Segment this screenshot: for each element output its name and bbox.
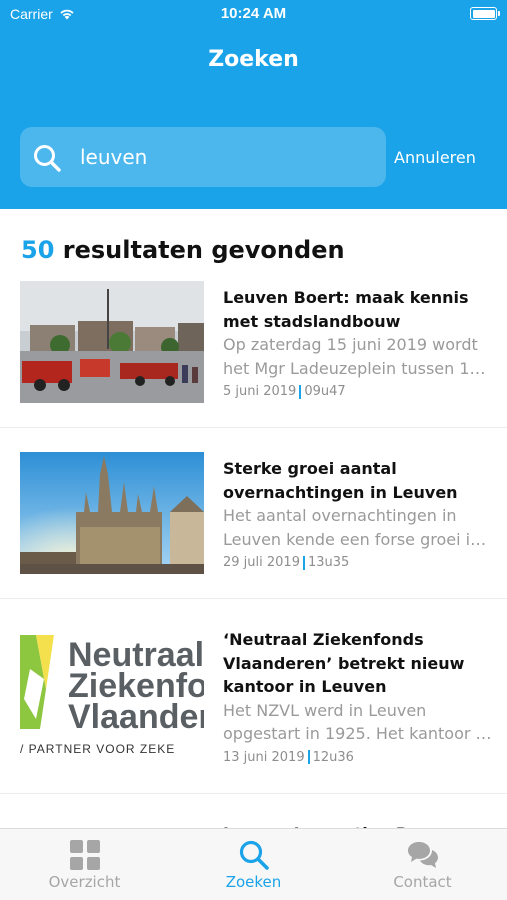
logo-tagline: / PARTNER VOOR ZEKE	[20, 742, 175, 756]
meta-separator	[307, 750, 310, 764]
item-meta: 29 juli 2019 13u35	[223, 555, 493, 570]
search-input[interactable]	[80, 127, 376, 187]
list-item[interactable]: Neutraal Ziekenfon Vlaander / PARTNER VO…	[0, 599, 507, 794]
search-bar[interactable]	[20, 127, 386, 187]
item-time: 09u47	[304, 384, 346, 399]
item-meta: 5 juni 2019 09u47	[223, 384, 493, 399]
status-bar: Carrier 10:24 AM	[0, 0, 507, 30]
tab-label: Contact	[393, 873, 452, 891]
thumbnail-nzvl-logo: Neutraal Ziekenfon Vlaander / PARTNER VO…	[20, 629, 204, 759]
item-text: Leuven Boert: maak kennis met stadslandb…	[223, 286, 493, 399]
battery-icon	[470, 7, 500, 20]
item-date: 29 juli 2019	[223, 555, 300, 570]
item-excerpt: Op zaterdag 15 juni 2019 wordt het Mgr L…	[223, 335, 486, 378]
list-item[interactable]: Sterke groei aantal overnachtingen in Le…	[0, 428, 507, 599]
tab-overzicht[interactable]: Overzicht	[0, 829, 169, 900]
list-item[interactable]: Leuven Boert: maak kennis met stadslandb…	[0, 257, 507, 428]
item-title: ‘Neutraal Ziekenfonds Vlaanderen’ betrek…	[223, 630, 465, 696]
item-excerpt: Het aantal overnachtingen in Leuven kend…	[223, 506, 487, 549]
thumbnail-town-hall	[20, 452, 204, 574]
chat-bubbles-icon	[408, 842, 438, 868]
nzvl-logo: Neutraal Ziekenfon Vlaander / PARTNER VO…	[20, 635, 204, 756]
item-title: Leuven Boert: maak kennis met stadslandb…	[223, 288, 469, 331]
tab-label: Overzicht	[48, 873, 121, 891]
clock: 10:24 AM	[220, 5, 287, 22]
page-title: Zoeken	[208, 47, 299, 72]
tab-label: Zoeken	[225, 873, 282, 891]
search-icon	[34, 145, 61, 172]
item-date: 5 juni 2019	[223, 384, 297, 399]
item-time: 12u36	[312, 749, 354, 765]
cancel-button[interactable]: Annuleren	[394, 148, 476, 167]
tab-bar: Overzicht Zoeken Contact	[0, 828, 507, 900]
header: Carrier 10:24 AM Zoeken Annuleren	[0, 0, 507, 209]
grid-icon	[70, 840, 100, 870]
item-meta: 13 juni 2019 12u36	[223, 750, 493, 765]
tab-contact[interactable]: Contact	[338, 829, 507, 900]
search-icon	[239, 840, 269, 870]
logo-line-3: Vlaander	[68, 698, 204, 736]
meta-separator	[299, 384, 302, 399]
item-excerpt: Het NZVL werd in Leuven opgestart in 192…	[223, 700, 492, 744]
item-text: Sterke groei aantal overnachtingen in Le…	[223, 457, 493, 570]
item-time: 13u35	[307, 555, 350, 570]
thumbnail-market-square	[20, 281, 204, 403]
tab-zoeken[interactable]: Zoeken	[169, 829, 338, 900]
meta-separator	[302, 555, 305, 570]
item-text: ‘Neutraal Ziekenfonds Vlaanderen’ betrek…	[223, 628, 493, 765]
item-title: Sterke groei aantal overnachtingen in Le…	[223, 459, 458, 502]
item-date: 13 juni 2019	[223, 749, 305, 765]
